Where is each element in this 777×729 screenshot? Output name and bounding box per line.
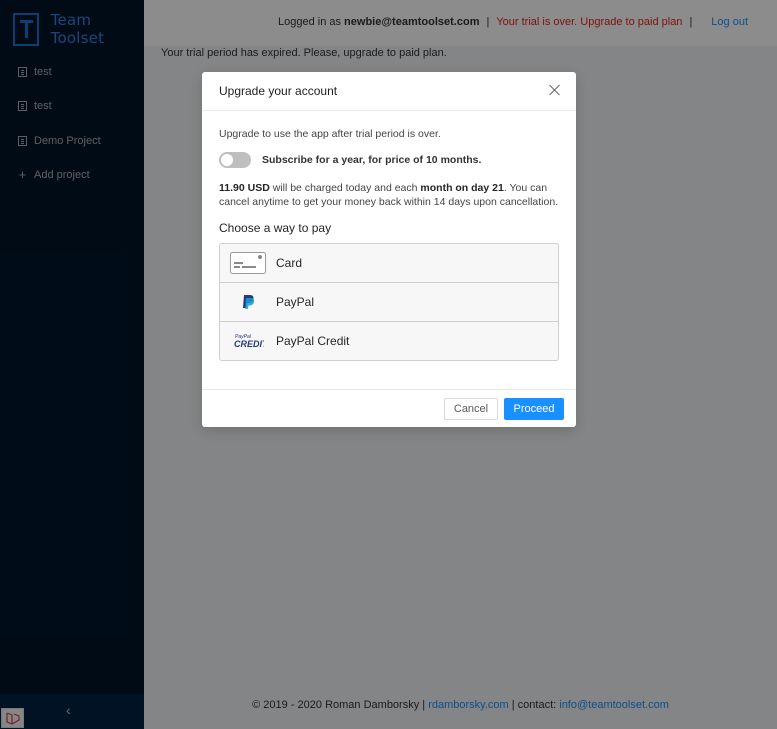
payment-option-paypal-credit[interactable]: PayPal CREDIT PayPal Credit: [220, 322, 558, 360]
upgrade-modal: Upgrade your account Upgrade to use the …: [202, 72, 576, 427]
payment-option-label: PayPal: [276, 295, 315, 309]
modal-header: Upgrade your account: [202, 72, 576, 111]
credit-card-icon: [220, 252, 276, 274]
yearly-subscription-label: Subscribe for a year, for price of 10 mo…: [262, 154, 482, 166]
modal-body: Upgrade to use the app after trial perio…: [219, 128, 559, 361]
paypal-icon: [220, 294, 276, 310]
price-description: 11.90 USD will be charged today and each…: [219, 181, 559, 209]
cancel-button[interactable]: Cancel: [444, 398, 498, 420]
payment-option-paypal[interactable]: PayPal: [220, 283, 558, 322]
payment-option-card[interactable]: Card: [220, 244, 558, 283]
payment-option-label: PayPal Credit: [276, 334, 350, 348]
payment-method-list: Card PayPal PayPal CREDIT: [219, 243, 559, 361]
choose-payment-heading: Choose a way to pay: [219, 221, 332, 235]
proceed-button[interactable]: Proceed: [504, 398, 564, 420]
modal-footer: Cancel Proceed: [202, 389, 576, 427]
modal-title: Upgrade your account: [219, 84, 338, 98]
billing-period: month on day 21: [420, 182, 504, 194]
price-amount: 11.90 USD: [219, 182, 270, 194]
toggle-knob: [221, 154, 233, 166]
payment-option-label: Card: [276, 256, 303, 270]
price-mid: will be charged today and each: [272, 182, 418, 194]
paypal-credit-icon: PayPal CREDIT: [220, 332, 276, 350]
upgrade-intro: Upgrade to use the app after trial perio…: [219, 128, 441, 140]
paypal-credit-logo-big: CREDIT: [234, 339, 264, 349]
yearly-subscription-toggle[interactable]: [219, 152, 251, 168]
close-icon[interactable]: [549, 84, 561, 96]
